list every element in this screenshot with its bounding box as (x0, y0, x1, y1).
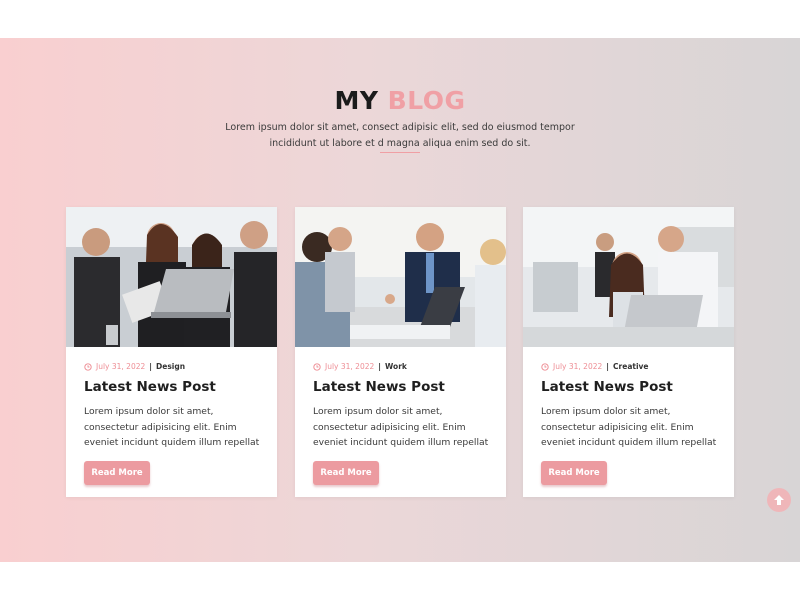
post-category[interactable]: Design (156, 362, 185, 371)
post-category[interactable]: Work (385, 362, 407, 371)
clock-icon (313, 362, 321, 371)
post-image[interactable] (523, 207, 734, 347)
section-subtitle: Lorem ipsum dolor sit amet, consect adip… (225, 122, 575, 149)
read-more-button[interactable]: Read More (313, 461, 379, 485)
read-more-button[interactable]: Read More (84, 461, 150, 485)
post-excerpt: Lorem ipsum dolor sit amet, consectetur … (541, 406, 717, 448)
clock-icon (541, 362, 549, 371)
blog-card: July 31, 2022 | Design Latest News Post … (66, 207, 277, 497)
meta-separator: | (378, 362, 382, 371)
blog-card: July 31, 2022 | Work Latest News Post Lo… (295, 207, 506, 497)
post-meta: July 31, 2022 | Creative (541, 362, 649, 371)
post-category[interactable]: Creative (613, 362, 648, 371)
post-meta: July 31, 2022 | Work (313, 362, 407, 371)
post-date: July 31, 2022 (96, 362, 146, 371)
blog-card: July 31, 2022 | Creative Latest News Pos… (523, 207, 734, 497)
post-date: July 31, 2022 (325, 362, 375, 371)
post-excerpt: Lorem ipsum dolor sit amet, consectetur … (84, 406, 260, 448)
post-title[interactable]: Latest News Post (541, 379, 673, 395)
read-more-button[interactable]: Read More (541, 461, 607, 485)
post-date: July 31, 2022 (553, 362, 603, 371)
clock-icon (84, 362, 92, 371)
arrow-up-icon (774, 495, 784, 505)
post-title[interactable]: Latest News Post (313, 379, 445, 395)
title-underline (380, 152, 420, 153)
post-excerpt: Lorem ipsum dolor sit amet, consectetur … (313, 406, 489, 448)
section-title: MY BLOG (0, 86, 800, 115)
title-part-my: MY (334, 86, 379, 115)
post-image[interactable] (295, 207, 506, 347)
scroll-to-top-button[interactable] (767, 488, 791, 512)
meta-separator: | (149, 362, 153, 371)
post-title[interactable]: Latest News Post (84, 379, 216, 395)
post-image[interactable] (66, 207, 277, 347)
meta-separator: | (606, 362, 610, 371)
title-part-blog: BLOG (387, 86, 466, 115)
post-meta: July 31, 2022 | Design (84, 362, 185, 371)
